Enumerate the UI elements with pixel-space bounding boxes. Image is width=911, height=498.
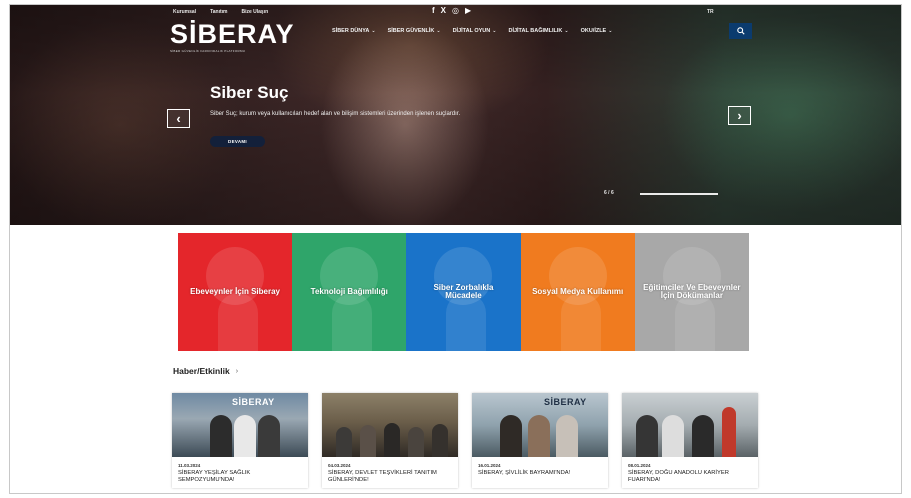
x-icon[interactable]: X — [441, 7, 446, 15]
chevron-down-icon: ⌄ — [608, 28, 613, 34]
tile-teknoloji-bagimliligi[interactable]: Teknoloji Bağımlılığı — [292, 233, 407, 351]
topbar-link-kurumsal[interactable]: Kurumsal — [173, 9, 196, 15]
news-card-image — [622, 393, 758, 457]
chevron-left-icon: ‹ — [176, 111, 181, 126]
browser-page: Kurumsal Tanıtım Bize Ulaşın f X ◎ ▶ TR … — [9, 4, 902, 494]
chevron-down-icon: ⌄ — [371, 28, 376, 34]
news-card[interactable]: SİBERAY 16.01.2024 SİBERAY, ŞİVLİLİK BAY… — [472, 393, 608, 488]
news-card-title[interactable]: SİBERAY YEŞİLAY SAĞLIK SEMPOZYUMU'NDA! — [178, 470, 302, 484]
hero-slider: Kurumsal Tanıtım Bize Ulaşın f X ◎ ▶ TR … — [10, 5, 901, 225]
chevron-right-icon: › — [235, 367, 239, 375]
tile-label: Teknoloji Bağımlılığı — [310, 287, 388, 296]
news-card[interactable]: 04.03.2024 SİBERAY, DEVLET TEŞVİKLERİ TA… — [322, 393, 458, 488]
tile-siber-zorbalik[interactable]: Siber Zorbalıkla Mücadele — [406, 233, 521, 351]
news-card-date: 04.03.2024 — [328, 463, 351, 468]
nav-item-siber-guvenlik[interactable]: SİBER GÜVENLİK ⌄ — [388, 28, 441, 34]
news-card-title[interactable]: SİBERAY, ŞİVLİLİK BAYRAMI'NDA! — [478, 470, 602, 477]
slider-next-button[interactable]: › — [728, 106, 751, 125]
logo-text: SİBERAY — [170, 19, 295, 49]
youtube-icon[interactable]: ▶ — [465, 7, 471, 15]
tile-label: Siber Zorbalıkla Mücadele — [433, 283, 494, 300]
nav-item-siber-dunya[interactable]: SİBER DÜNYA ⌄ — [332, 28, 376, 34]
logo-subtitle: SİBER GÜVENLİK FARKINDALIK PLATFORMU — [170, 49, 246, 53]
tile-label: Ebeveynler İçin Siberay — [190, 287, 280, 296]
hero-more-button[interactable]: DEVAMI — [210, 136, 265, 147]
topbar-link-contact[interactable]: Bize Ulaşın — [241, 9, 268, 15]
news-card-title[interactable]: SİBERAY, DOĞU ANADOLU KARİYER FUARI'NDA! — [628, 470, 752, 484]
facebook-icon[interactable]: f — [432, 7, 435, 15]
news-card[interactable]: 08.01.2024 SİBERAY, DOĞU ANADOLU KARİYER… — [622, 393, 758, 488]
hero-title: Siber Suç — [210, 83, 289, 102]
search-icon — [736, 27, 745, 35]
site-logo[interactable]: SİBERAY SİBER GÜVENLİK FARKINDALIK PLATF… — [170, 19, 295, 54]
nav-item-dijital-oyun[interactable]: DİJİTAL OYUN ⌄ — [453, 28, 497, 34]
news-card-date: 08.01.2024 — [628, 463, 651, 468]
main-nav: SİBER DÜNYA ⌄ SİBER GÜVENLİK ⌄ DİJİTAL OYU… — [332, 28, 612, 34]
news-card-image: SİBERAY — [472, 393, 608, 457]
nav-item-dijital-bagimlilik[interactable]: DİJİTAL BAĞIMLILIK ⌄ — [508, 28, 568, 34]
news-card-banner: SİBERAY — [232, 397, 275, 407]
social-links: f X ◎ ▶ — [432, 7, 471, 15]
news-card-title[interactable]: SİBERAY, DEVLET TEŞVİKLERİ TANITIM GÜNLE… — [328, 470, 452, 484]
news-section-title: Haber/Etkinlik — [173, 366, 230, 376]
slide-progress — [640, 193, 718, 195]
top-links: Kurumsal Tanıtım Bize Ulaşın — [173, 9, 268, 15]
news-section-header[interactable]: Haber/Etkinlik › — [173, 366, 238, 376]
news-card[interactable]: SİBERAY 11.03.2024 SİBERAY YEŞİLAY SAĞLI… — [172, 393, 308, 488]
news-cards: SİBERAY 11.03.2024 SİBERAY YEŞİLAY SAĞLI… — [172, 393, 758, 488]
chevron-down-icon: ⌄ — [436, 28, 441, 34]
tile-ebeveynler[interactable]: Ebeveynler İçin Siberay — [178, 233, 293, 351]
slider-prev-button[interactable]: ‹ — [167, 109, 190, 128]
news-card-banner: SİBERAY — [544, 397, 587, 407]
tile-egitimciler[interactable]: Eğitimciler Ve Ebeveynler İçin Dökümanla… — [634, 233, 749, 351]
news-card-image — [322, 393, 458, 457]
news-card-date: 16.01.2024 — [478, 463, 501, 468]
tile-label: Eğitimciler Ve Ebeveynler İçin Dökümanla… — [643, 283, 741, 300]
slide-progress-fill — [640, 193, 718, 195]
chevron-down-icon: ⌄ — [564, 28, 569, 34]
instagram-icon[interactable]: ◎ — [452, 7, 459, 15]
hero-description: Siber Suç; kurum veya kullanıcıları hede… — [210, 111, 461, 117]
chevron-right-icon: › — [737, 108, 742, 123]
news-card-image: SİBERAY — [172, 393, 308, 457]
language-selector[interactable]: TR — [707, 9, 714, 15]
chevron-down-icon: ⌄ — [492, 28, 497, 34]
search-button[interactable] — [729, 23, 752, 39]
slide-counter: 6 / 6 — [604, 190, 614, 196]
topbar-link-tanitim[interactable]: Tanıtım — [210, 9, 227, 15]
nav-item-oku-izle[interactable]: OKU/İZLE ⌄ — [581, 28, 613, 34]
category-tiles: Ebeveynler İçin Siberay Teknoloji Bağıml… — [178, 233, 749, 351]
tile-label: Sosyal Medya Kullanımı — [532, 287, 624, 296]
tile-sosyal-medya[interactable]: Sosyal Medya Kullanımı — [520, 233, 635, 351]
news-card-date: 11.03.2024 — [178, 463, 201, 468]
